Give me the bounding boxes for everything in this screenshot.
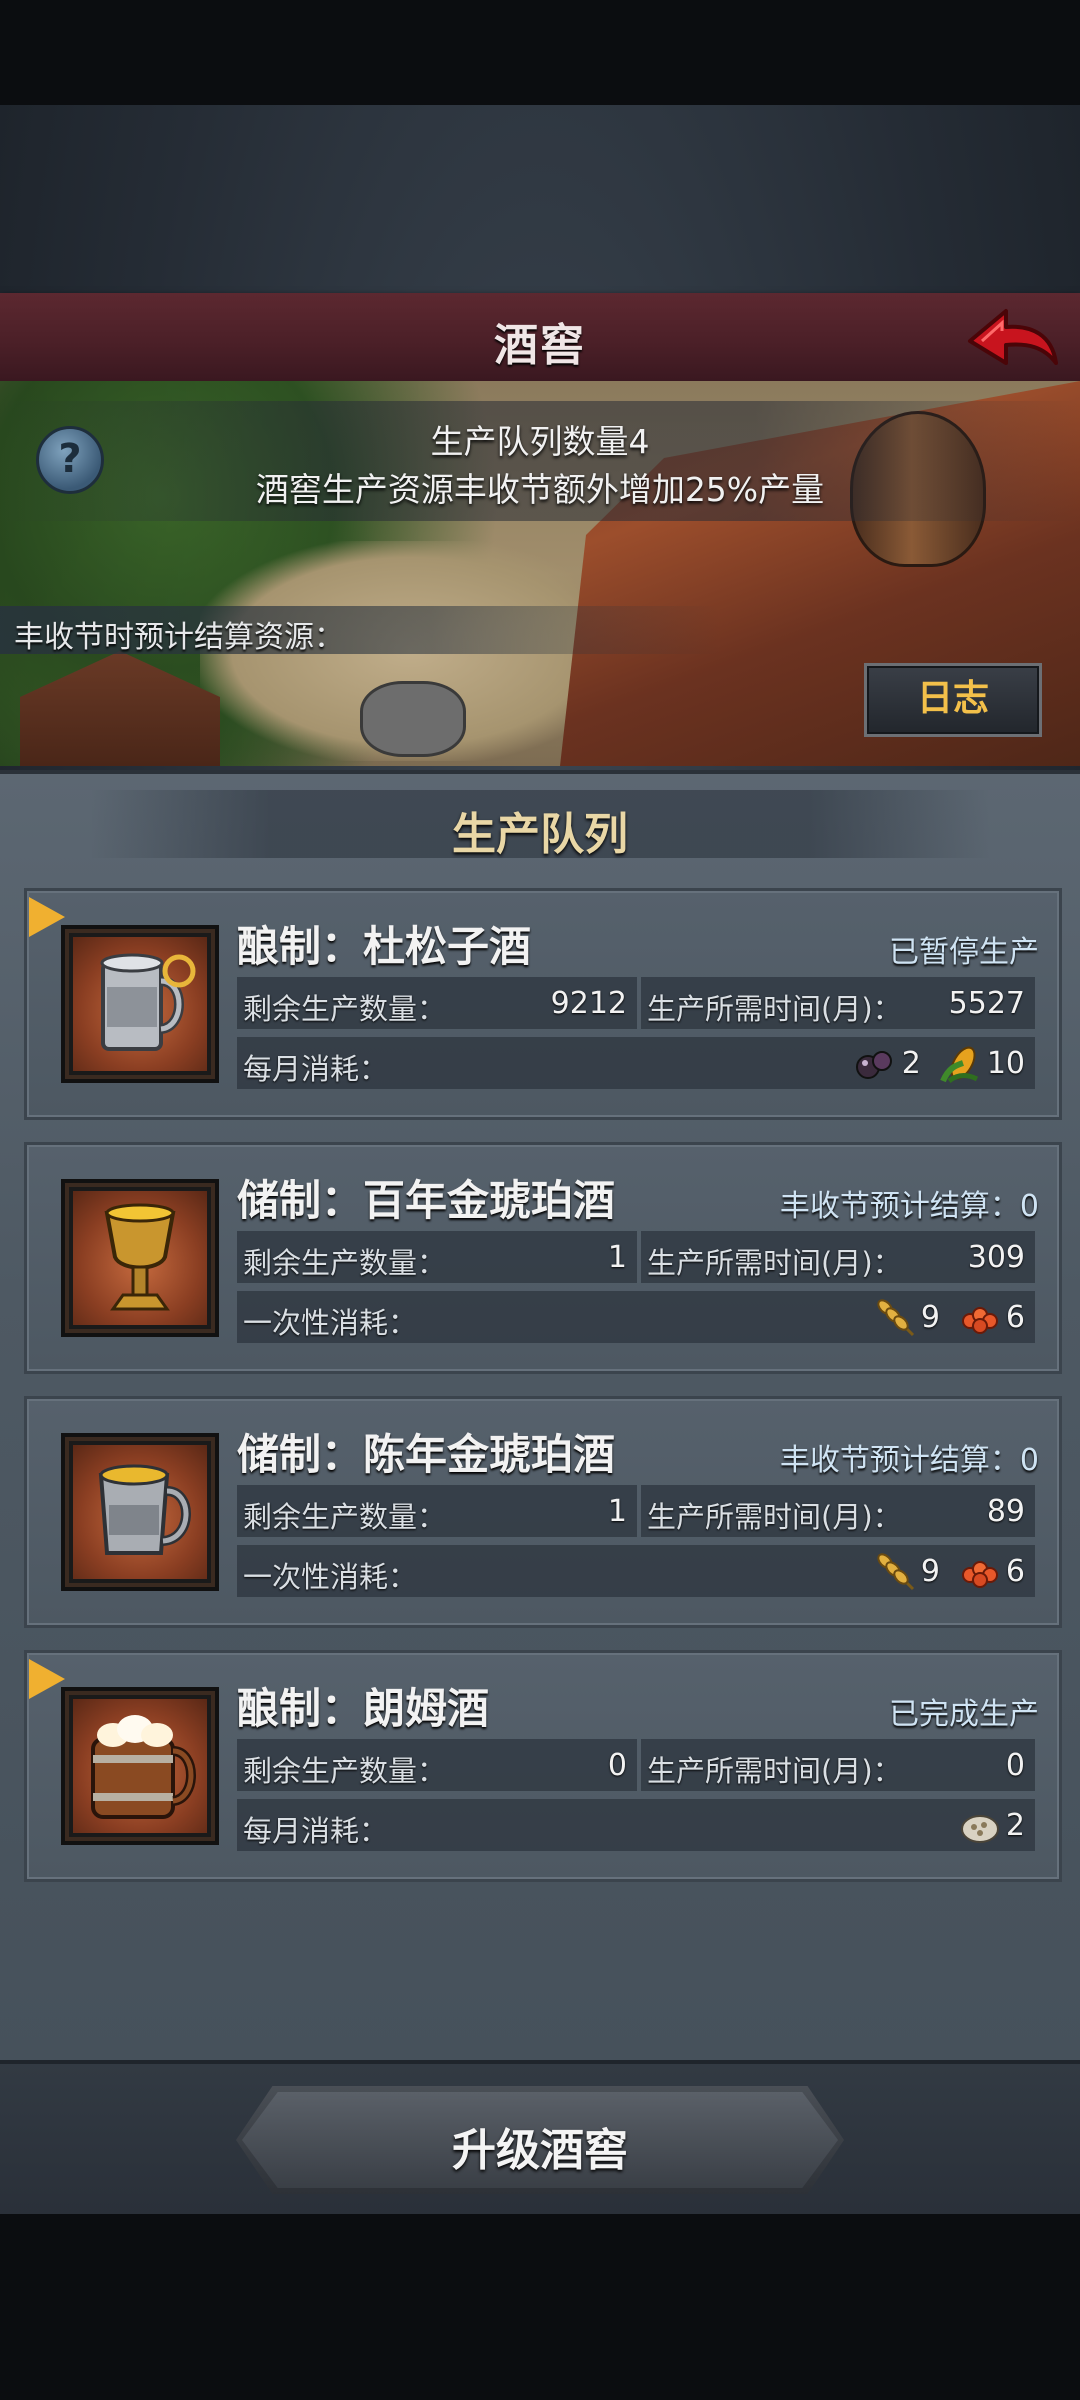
- item-name: 储制：陈年金琥珀酒: [237, 1430, 616, 1479]
- golden-goblet-icon: [104, 1203, 176, 1311]
- resource-amount: 2: [901, 1045, 921, 1081]
- resource-amount: 6: [1005, 1553, 1025, 1589]
- berries-icon: [854, 1043, 898, 1083]
- item-status: 已暂停生产: [889, 935, 1039, 970]
- consume-row: 一次性消耗： 9 6: [237, 1545, 1035, 1597]
- consume-row: 一次性消耗： 9 6: [237, 1291, 1035, 1343]
- consume-label: 一次性消耗：: [243, 1306, 418, 1340]
- item-status: 丰收节预计结算：0: [779, 1443, 1039, 1478]
- consume-label: 一次性消耗：: [243, 1560, 418, 1594]
- barrel-mug-icon: [91, 1715, 196, 1819]
- queue-item-aged-amber[interactable]: 储制：陈年金琥珀酒 丰收节预计结算：0 剩余生产数量： 1 生产所需时间(月)：…: [24, 1396, 1062, 1628]
- well-icon: [360, 681, 466, 757]
- silver-tankard-icon: [98, 1464, 191, 1555]
- time-label: 生产所需时间(月)：: [647, 1246, 902, 1280]
- remaining-row: 剩余生产数量： 9212: [237, 977, 637, 1029]
- item-icon-frame: [61, 1433, 219, 1591]
- time-row: 生产所需时间(月)： 89: [641, 1485, 1035, 1537]
- item-status: 已完成生产: [889, 1697, 1039, 1732]
- back-arrow-icon[interactable]: [962, 301, 1062, 373]
- queue-item-rum[interactable]: 酿制：朗姆酒 已完成生产 剩余生产数量： 0 生产所需时间(月)： 0 每月消耗…: [24, 1650, 1062, 1882]
- small-house: [20, 651, 220, 766]
- resource-amount: 6: [1005, 1299, 1025, 1335]
- remaining-value: 1: [607, 1494, 627, 1529]
- corn-icon: [939, 1043, 983, 1084]
- resource-amount: 10: [986, 1045, 1025, 1081]
- item-name: 酿制：朗姆酒: [237, 1684, 490, 1733]
- cellar-banner: ? 生产队列数量4 酒窖生产资源丰收节额外增加25%产量 丰收节时预计结算资源：…: [0, 381, 1080, 766]
- time-label: 生产所需时间(月)：: [647, 1500, 902, 1534]
- time-row: 生产所需时间(月)： 5527: [641, 977, 1035, 1029]
- resource-list: 9 6: [873, 1551, 1025, 1591]
- time-value: 89: [986, 1494, 1025, 1529]
- consume-label: 每月消耗：: [243, 1814, 389, 1848]
- consume-row: 每月消耗： 2: [237, 1799, 1035, 1851]
- time-label: 生产所需时间(月)：: [647, 1754, 902, 1788]
- time-value: 5527: [948, 986, 1025, 1021]
- remaining-row: 剩余生产数量： 0: [237, 1739, 637, 1791]
- remaining-label: 剩余生产数量：: [243, 1754, 447, 1788]
- time-label: 生产所需时间(月)：: [647, 992, 902, 1026]
- production-queue-panel: 生产队列 酿制：杜松子酒 已暂停生产 剩余生产数量： 9212 生产所需时间(月…: [0, 770, 1080, 2064]
- remaining-label: 剩余生产数量：: [243, 1246, 447, 1280]
- item-name: 酿制：杜松子酒: [237, 922, 532, 971]
- queue-item-gin[interactable]: 酿制：杜松子酒 已暂停生产 剩余生产数量： 9212 生产所需时间(月)： 55…: [24, 888, 1062, 1120]
- harvest-settle-label: 丰收节时预计结算资源：: [14, 620, 344, 655]
- queue-count-text: 生产队列数量4: [430, 422, 650, 461]
- upgrade-cellar-label: 升级酒窖: [452, 2125, 628, 2176]
- item-icon-frame: [61, 1179, 219, 1337]
- remaining-label: 剩余生产数量：: [243, 992, 447, 1026]
- item-icon-frame: [61, 925, 219, 1083]
- resource-amount: 9: [920, 1299, 940, 1335]
- grain-sack-icon: [958, 1805, 1002, 1845]
- roe-icon: [958, 1297, 1002, 1337]
- remaining-row: 剩余生产数量： 1: [237, 1485, 637, 1537]
- resource-amount: 9: [920, 1553, 940, 1589]
- queue-item-century-amber[interactable]: 储制：百年金琥珀酒 丰收节预计结算：0 剩余生产数量： 1 生产所需时间(月)：…: [24, 1142, 1062, 1374]
- remaining-value: 9212: [550, 986, 627, 1021]
- remaining-row: 剩余生产数量： 1: [237, 1231, 637, 1283]
- time-row: 生产所需时间(月)： 309: [641, 1231, 1035, 1283]
- resource-list: 2 10: [854, 1043, 1025, 1084]
- wheat-icon: [873, 1551, 917, 1591]
- resource-amount: 2: [1005, 1807, 1025, 1843]
- time-value: 0: [1005, 1748, 1025, 1783]
- consume-label: 每月消耗：: [243, 1052, 389, 1086]
- page-title: 酒窖: [494, 320, 586, 371]
- resource-list: 9 6: [873, 1297, 1025, 1337]
- active-flag-icon: [29, 1659, 65, 1699]
- time-value: 309: [967, 1240, 1025, 1275]
- harvest-bonus-text: 酒窖生产资源丰收节额外增加25%产量: [255, 470, 825, 509]
- roe-icon: [958, 1551, 1002, 1591]
- active-flag-icon: [29, 897, 65, 937]
- item-icon-frame: [61, 1687, 219, 1845]
- log-button[interactable]: 日志: [864, 663, 1042, 737]
- tankard-icon: [100, 953, 196, 1051]
- item-status: 丰收节预计结算：0: [779, 1189, 1039, 1224]
- remaining-label: 剩余生产数量：: [243, 1500, 447, 1534]
- resource-list: 2: [958, 1805, 1025, 1845]
- time-row: 生产所需时间(月)： 0: [641, 1739, 1035, 1791]
- consume-row: 每月消耗： 2 10: [237, 1037, 1035, 1089]
- remaining-value: 0: [607, 1748, 627, 1783]
- queue-title: 生产队列: [452, 809, 628, 860]
- wheat-icon: [873, 1297, 917, 1337]
- item-name: 储制：百年金琥珀酒: [237, 1176, 616, 1225]
- footer-bar: 升级酒窖: [0, 2060, 1080, 2214]
- title-bar: 酒窖: [0, 293, 1080, 384]
- remaining-value: 1: [607, 1240, 627, 1275]
- upgrade-cellar-button[interactable]: 升级酒窖: [236, 2086, 844, 2194]
